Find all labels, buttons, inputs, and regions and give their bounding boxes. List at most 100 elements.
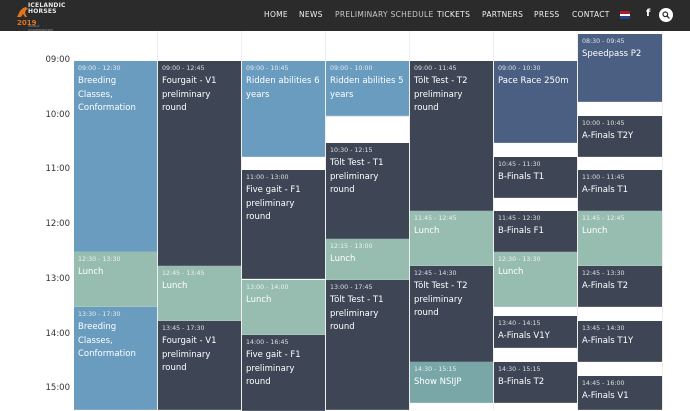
event-title: Lunch: [582, 226, 608, 236]
nav-home[interactable]: HOME: [264, 10, 288, 19]
event-time: 11:45 - 12:30: [498, 215, 541, 222]
event-time: 14:30 - 15:15: [498, 366, 541, 373]
schedule-event[interactable]: 11:45 - 12:45 Lunch: [578, 211, 662, 266]
event-time: 12:45 - 13:30: [582, 270, 625, 277]
event-title: B-Finals T1: [498, 172, 545, 182]
event-time: 09:00 - 10:00: [330, 65, 373, 72]
schedule-event[interactable]: 13:00 - 14:00 Lunch: [242, 280, 325, 335]
nav-press[interactable]: PRESS: [534, 10, 560, 19]
event-title: Lunch: [246, 295, 272, 305]
schedule-event[interactable]: 14:30 - 15:15 Show NSIJP: [410, 362, 493, 403]
schedule-event[interactable]: 12:30 - 13:30 Lunch: [494, 252, 577, 307]
event-time: 13:45 - 17:30: [162, 325, 205, 332]
event-time: 13:45 - 14:30: [582, 325, 625, 332]
schedule-event[interactable]: 09:00 - 12:45 Fourgait - V1 preliminary r…: [158, 61, 241, 266]
schedule-event[interactable]: 10:00 - 10:45 A-Finals T2Y: [578, 116, 662, 157]
event-time: 13:00 - 14:00: [246, 284, 289, 291]
search-button[interactable]: [659, 8, 673, 22]
schedule-event[interactable]: 09:00 - 11:45 Tölt Test - T2 preliminary …: [410, 61, 493, 211]
hour-label: 11:00: [45, 164, 71, 174]
event-time: 10:00 - 10:45: [582, 120, 625, 127]
schedule-event[interactable]: 12:45 - 13:45 Lunch: [158, 266, 241, 321]
schedule-event[interactable]: 11:00 - 13:00 Five gait - F1 preliminary …: [242, 170, 325, 279]
event-title: Lunch: [162, 281, 188, 291]
event-title: Show NSIJP: [414, 377, 462, 387]
event-time: 10:30 - 12:15: [330, 147, 373, 154]
event-time: 09:00 - 12:45: [162, 65, 205, 72]
event-title: Pace Race 250m: [498, 76, 569, 86]
hour-label: 10:00: [45, 110, 71, 120]
schedule-event[interactable]: 12:15 - 13:00 Lunch: [326, 239, 409, 280]
schedule-event[interactable]: 14:00 - 16:45 Five gait - F1 preliminary …: [242, 335, 325, 411]
nav-partners[interactable]: PARTNERS: [482, 10, 523, 19]
nav-contact[interactable]: CONTACT: [572, 10, 610, 19]
event-title: Breeding Classes, Conformation: [78, 322, 136, 359]
event-time: 10:45 - 11:30: [498, 161, 541, 168]
event-time: 14:45 - 16:00: [582, 380, 625, 387]
schedule-event[interactable]: 09:00 - 10:30 Pace Race 250m: [494, 61, 577, 143]
schedule-event[interactable]: 09:00 - 12:30 Breeding Classes, Conformat…: [74, 61, 157, 252]
event-time: 12:15 - 13:00: [330, 243, 373, 250]
event-title: Speedpass P2: [582, 49, 642, 59]
facebook-icon[interactable]: f: [646, 8, 650, 19]
event-title: Lunch: [78, 267, 104, 277]
hour-label: 09:00: [45, 55, 71, 65]
schedule-event[interactable]: 09:00 - 10:00 Ridden abilities 5 years: [326, 61, 409, 116]
event-title: Ridden abilities 5 years: [330, 76, 404, 100]
event-title: Fourgait - V1 preliminary round: [162, 336, 217, 373]
event-title: Lunch: [498, 267, 524, 277]
schedule-event[interactable]: 14:45 - 16:00 A-Finals V1: [578, 376, 662, 410]
event-title: Five gait - F1 preliminary round: [246, 185, 301, 222]
schedule-event[interactable]: 13:45 - 17:30 Fourgait - V1 preliminary r…: [158, 321, 241, 410]
event-time: 09:00 - 10:30: [498, 65, 541, 72]
schedule-event[interactable]: 13:00 - 17:45 Tölt Test - T1 preliminary …: [326, 280, 409, 410]
schedule-event[interactable]: 08:30 - 09:45 Speedpass P2: [578, 34, 662, 102]
hour-label: 15:00: [45, 383, 71, 393]
schedule-event[interactable]: 10:30 - 12:15 Tölt Test - T1 preliminary …: [326, 143, 409, 239]
event-title: Ridden abilities 6 years: [246, 76, 320, 100]
event-title: A-Finals T1: [582, 185, 629, 195]
event-title: Tölt Test - T2 preliminary round: [414, 76, 468, 113]
nav-news[interactable]: NEWS: [299, 10, 323, 19]
event-title: A-Finals T1Y: [582, 336, 634, 346]
schedule-event[interactable]: 11:45 - 12:45 Lunch: [410, 211, 493, 266]
schedule-event[interactable]: 09:00 - 10:45 Ridden abilities 6 years: [242, 61, 325, 157]
schedule-event[interactable]: 11:45 - 12:30 B-Finals F1: [494, 211, 577, 252]
schedule-event[interactable]: 12:30 - 13:30 Lunch: [74, 252, 157, 307]
nav-preliminary-schedule[interactable]: PRELIMINARY SCHEDULE: [335, 10, 434, 19]
event-time: 12:30 - 13:30: [78, 256, 121, 263]
event-time: 08:30 - 09:45: [582, 38, 625, 45]
schedule-event[interactable]: 12:45 - 14:30 Tölt Test - T2 preliminary …: [410, 266, 493, 362]
event-title: B-Finals T2: [498, 377, 545, 387]
hour-label: 14:00: [45, 329, 71, 339]
event-title: Tölt Test - T1 preliminary round: [330, 158, 384, 195]
event-time: 14:30 - 15:15: [414, 366, 457, 373]
hour-label: 12:00: [45, 219, 71, 229]
event-time: 13:00 - 17:45: [330, 284, 373, 291]
event-time: 13:40 - 14:15: [498, 320, 541, 327]
event-title: A-Finals V1: [582, 391, 629, 401]
event-title: Breeding Classes, Conformation: [78, 76, 136, 113]
hour-label: 13:00: [45, 274, 71, 284]
event-time: 12:45 - 14:30: [414, 270, 457, 277]
site-logo[interactable]: ICELANDIC HORSES 2019 WORLD CHAMPIONSHIPS: [14, 2, 65, 32]
schedule-event[interactable]: 12:45 - 13:30 A-Finals T2: [578, 266, 662, 307]
top-navigation-bar: ICELANDIC HORSES 2019 WORLD CHAMPIONSHIPS…: [0, 0, 690, 32]
event-time: 13:30 - 17:30: [78, 311, 121, 318]
event-title: Lunch: [414, 226, 440, 236]
event-time: 09:00 - 12:30: [78, 65, 121, 72]
schedule-event[interactable]: 13:45 - 14:30 A-Finals T1Y: [578, 321, 662, 362]
event-title: Tölt Test - T1 preliminary round: [330, 295, 384, 332]
netherlands-flag-icon[interactable]: [620, 11, 630, 19]
event-title: Five gait - F1 preliminary round: [246, 350, 301, 387]
schedule-event[interactable]: 14:30 - 15:15 B-Finals T2: [494, 362, 577, 403]
nav-tickets[interactable]: TICKETS: [437, 10, 470, 19]
schedule-event[interactable]: 11:00 - 11:45 A-Finals T1: [578, 170, 662, 211]
schedule-event[interactable]: 10:45 - 11:30 B-Finals T1: [494, 157, 577, 198]
schedule-event[interactable]: 13:40 - 14:15 A-Finals V1Y: [494, 316, 577, 348]
event-time: 14:00 - 16:45: [246, 339, 289, 346]
schedule-event[interactable]: 13:30 - 17:30 Breeding Classes, Conformat…: [74, 307, 157, 410]
event-time: 11:00 - 11:45: [582, 174, 625, 181]
event-time: 11:00 - 13:00: [246, 174, 289, 181]
search-icon: [662, 11, 670, 19]
